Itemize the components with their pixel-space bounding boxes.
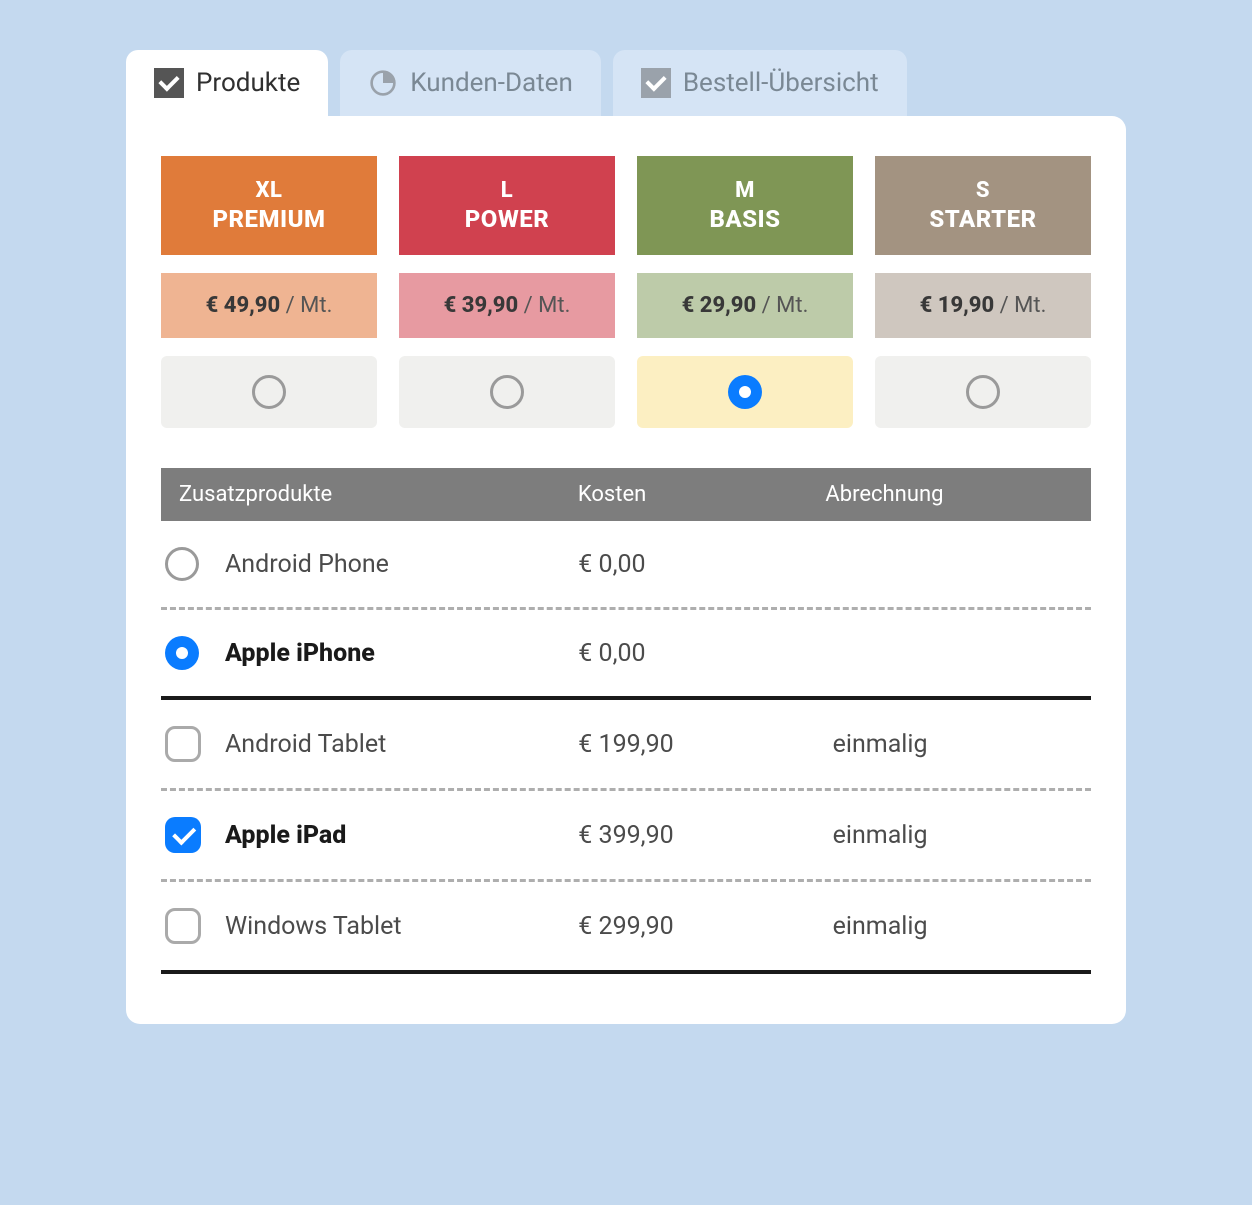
row-divider (161, 970, 1091, 974)
tab-label: Kunden-Daten (410, 68, 573, 98)
plan-select-button[interactable] (161, 356, 377, 428)
plan-tier: M (735, 178, 755, 203)
addon-row: Apple iPhone€ 0,00 (161, 610, 1091, 696)
addon-selector[interactable] (165, 547, 225, 581)
addon-billing: einmalig (833, 821, 1087, 850)
pie-chart-icon (368, 68, 398, 98)
plan-price-period: / Mt. (518, 293, 570, 318)
addon-selector[interactable] (165, 636, 225, 670)
plan-price-period: / Mt. (280, 293, 332, 318)
addon-billing: einmalig (833, 912, 1087, 941)
plan-tier: S (976, 178, 990, 203)
addons-table-header: Zusatzprodukte Kosten Abrechnung (161, 468, 1091, 521)
plan-header: LPOWER (399, 156, 615, 255)
plan-header: MBASIS (637, 156, 853, 255)
plan-price-value: € 39,90 (444, 293, 519, 318)
addon-cost: € 0,00 (578, 550, 832, 579)
plan-price-value: € 19,90 (920, 293, 995, 318)
addon-row: Android Phone€ 0,00 (161, 521, 1091, 607)
col-header-cost: Kosten (578, 482, 826, 507)
addon-cost: € 0,00 (578, 639, 832, 668)
col-header-name: Zusatzprodukte (179, 482, 578, 507)
plan-header: SSTARTER (875, 156, 1091, 255)
plan-column: SSTARTER € 19,90 / Mt. (875, 156, 1091, 428)
plan-tier: L (501, 178, 513, 203)
radio-icon (728, 375, 762, 409)
plan-price-value: € 49,90 (206, 293, 281, 318)
plan-name: STARTER (929, 205, 1036, 233)
tab-panel: XLPREMIUM € 49,90 / Mt. LPOWER € 39,90 / Mt… (126, 116, 1126, 1024)
plan-name: BASIS (709, 205, 780, 233)
col-header-billing: Abrechnung (825, 482, 1073, 507)
plan-price-value: € 29,90 (682, 293, 757, 318)
plan-header: XLPREMIUM (161, 156, 377, 255)
checkbox-icon (165, 726, 201, 762)
checkmark-icon (641, 68, 671, 98)
checkbox-icon (165, 817, 201, 853)
plan-column: MBASIS € 29,90 / Mt. (637, 156, 853, 428)
plan-name: PREMIUM (212, 205, 325, 233)
plan-price-period: / Mt. (994, 293, 1046, 318)
radio-icon (165, 636, 199, 670)
addon-name: Android Tablet (225, 730, 578, 759)
tab-produkte[interactable]: Produkte (126, 50, 328, 116)
addon-cost: € 399,90 (578, 821, 832, 850)
addon-name: Windows Tablet (225, 912, 578, 941)
tab-kunden-daten[interactable]: Kunden-Daten (340, 50, 601, 116)
checkbox-icon (165, 908, 201, 944)
addon-selector[interactable] (165, 726, 225, 762)
addon-row: Android Tablet€ 199,90einmalig (161, 700, 1091, 788)
plan-column: LPOWER € 39,90 / Mt. (399, 156, 615, 428)
addons-list: Android Phone€ 0,00Apple iPhone€ 0,00And… (161, 521, 1091, 974)
radio-icon (490, 375, 524, 409)
plan-column: XLPREMIUM € 49,90 / Mt. (161, 156, 377, 428)
tab-bestell-uebersicht[interactable]: Bestell-Übersicht (613, 50, 907, 116)
plan-price-period: / Mt. (756, 293, 808, 318)
tab-label: Produkte (196, 68, 300, 98)
radio-icon (966, 375, 1000, 409)
plan-select-button[interactable] (637, 356, 853, 428)
plan-price: € 19,90 / Mt. (875, 273, 1091, 338)
plan-price: € 49,90 / Mt. (161, 273, 377, 338)
addon-cost: € 199,90 (578, 730, 832, 759)
addon-cost: € 299,90 (578, 912, 832, 941)
order-form: Produkte Kunden-Daten Bestell-Übersicht … (126, 50, 1126, 1024)
plan-price: € 39,90 / Mt. (399, 273, 615, 338)
addon-row: Windows Tablet€ 299,90einmalig (161, 882, 1091, 970)
tab-label: Bestell-Übersicht (683, 68, 879, 98)
plan-tier: XL (256, 178, 283, 203)
addon-selector[interactable] (165, 817, 225, 853)
radio-icon (165, 547, 199, 581)
checkmark-icon (154, 68, 184, 98)
plan-grid: XLPREMIUM € 49,90 / Mt. LPOWER € 39,90 / Mt… (161, 156, 1091, 428)
tabs: Produkte Kunden-Daten Bestell-Übersicht (126, 50, 1126, 116)
addon-name: Apple iPhone (225, 639, 578, 668)
plan-select-button[interactable] (875, 356, 1091, 428)
addon-name: Android Phone (225, 550, 578, 579)
plan-price: € 29,90 / Mt. (637, 273, 853, 338)
addon-name: Apple iPad (225, 821, 578, 850)
plan-name: POWER (465, 205, 550, 233)
addon-billing: einmalig (833, 730, 1087, 759)
radio-icon (252, 375, 286, 409)
addon-selector[interactable] (165, 908, 225, 944)
addon-row: Apple iPad€ 399,90einmalig (161, 791, 1091, 879)
plan-select-button[interactable] (399, 356, 615, 428)
